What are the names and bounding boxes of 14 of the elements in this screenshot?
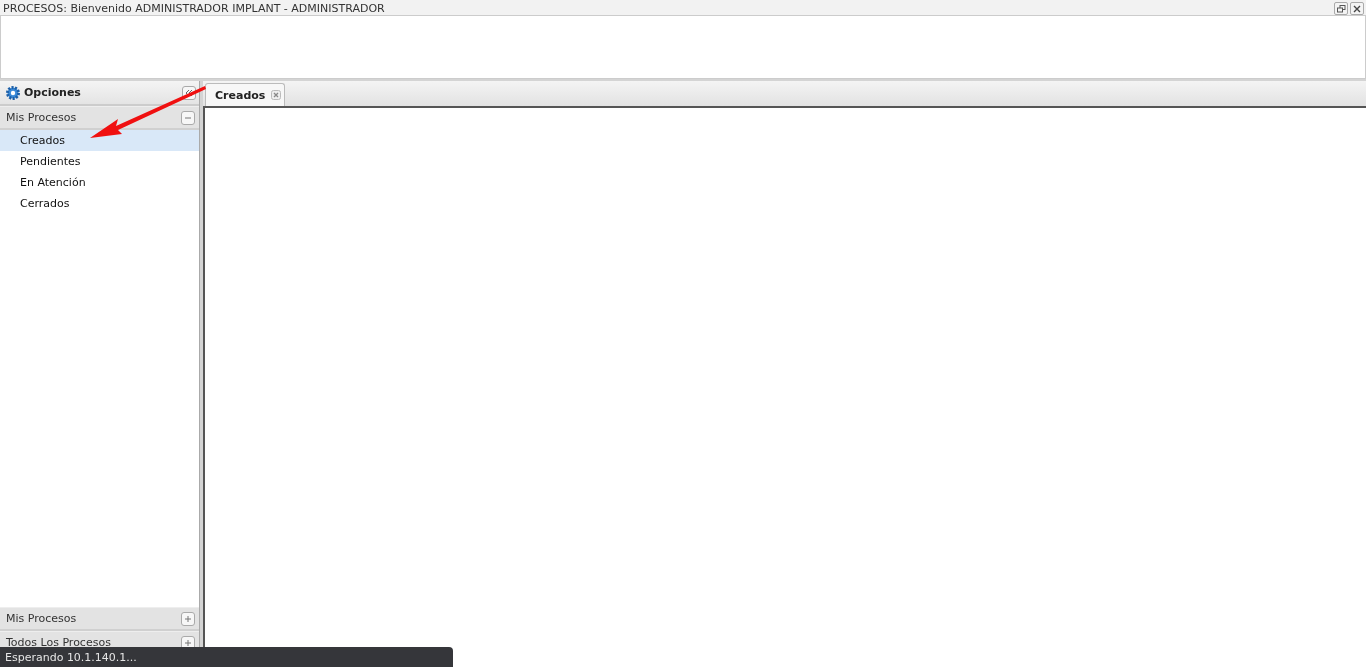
- accordion-header[interactable]: Mis Procesos: [0, 106, 199, 130]
- accordion-header[interactable]: Mis Procesos: [0, 607, 199, 631]
- close-button[interactable]: [1350, 2, 1364, 15]
- sidebar-title: Opciones: [24, 86, 82, 99]
- gear-icon: [5, 84, 21, 101]
- status-toast: Esperando 10.1.140.1...: [0, 647, 453, 667]
- close-icon[interactable]: [271, 90, 282, 100]
- tab[interactable]: Creados: [205, 83, 286, 106]
- menu-item[interactable]: Creados: [0, 130, 199, 151]
- section-label: Todos Los Procesos: [6, 636, 111, 649]
- section-label: Mis Procesos: [6, 612, 77, 625]
- restore-button[interactable]: [1334, 2, 1348, 15]
- window-title: PROCESOS: Bienvenido ADMINISTRADOR IMPLANT - ADMINISTRADOR: [2, 2, 385, 15]
- section-label: Mis Procesos: [6, 111, 77, 124]
